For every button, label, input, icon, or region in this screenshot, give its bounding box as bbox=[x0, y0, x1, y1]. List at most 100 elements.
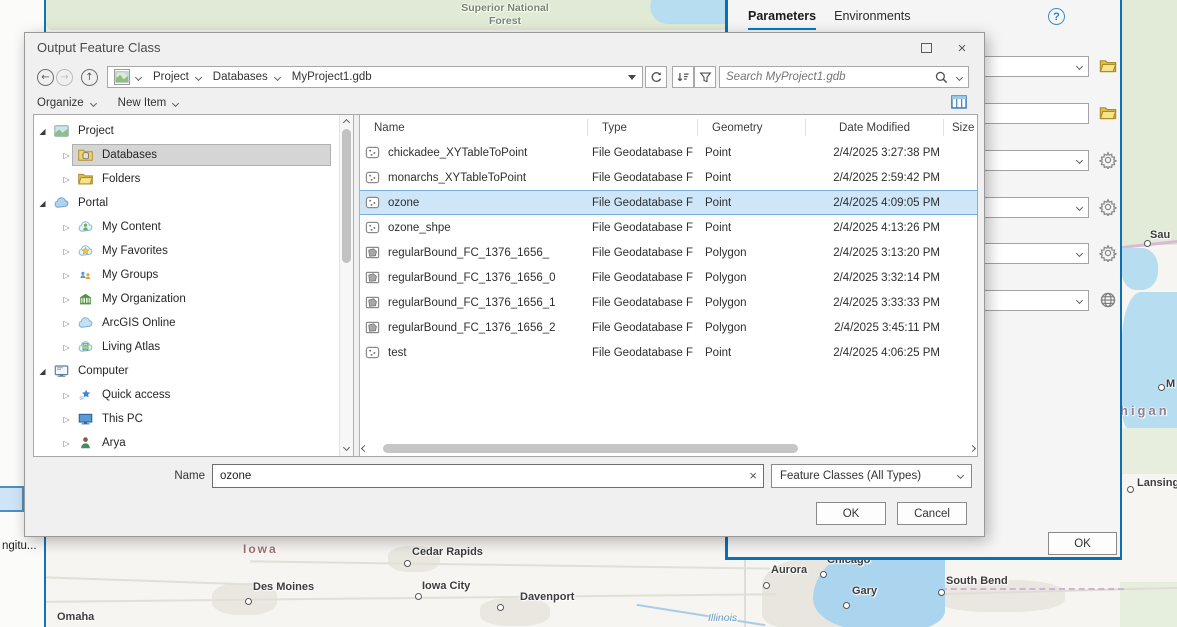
chevron-down-icon[interactable] bbox=[135, 73, 142, 80]
chevron-down-icon[interactable] bbox=[956, 73, 963, 80]
tree-item-living-atlas[interactable]: ▷ Living Atlas bbox=[34, 335, 353, 359]
tree-item-my-groups[interactable]: ▷ My Groups bbox=[34, 263, 353, 287]
dialog-title-bar[interactable]: Output Feature Class × bbox=[25, 33, 984, 63]
column-header-type[interactable]: Type bbox=[588, 119, 698, 137]
expand-icon[interactable]: ▷ bbox=[61, 175, 72, 184]
filter-button[interactable] bbox=[694, 66, 716, 88]
table-row[interactable]: chickadee_XYTableToPoint File Geodatabas… bbox=[360, 140, 977, 165]
expand-icon[interactable]: ▷ bbox=[61, 295, 72, 304]
column-header-size[interactable]: Size bbox=[944, 119, 977, 137]
tree-item-databases[interactable]: ▷ Databases bbox=[34, 143, 353, 167]
table-row[interactable]: test File Geodatabase F Point 2/4/2025 4… bbox=[360, 340, 977, 365]
output-feature-class-dialog: Output Feature Class × ← → ↑ Project Dat… bbox=[24, 32, 985, 537]
tree-list-splitter[interactable] bbox=[353, 115, 360, 456]
scroll-right-icon[interactable] bbox=[969, 445, 976, 452]
globe-icon[interactable] bbox=[1099, 291, 1117, 309]
table-row[interactable]: regularBound_FC_1376_1656_0 File Geodata… bbox=[360, 265, 977, 290]
scroll-down-icon[interactable] bbox=[343, 444, 350, 451]
scrollbar-thumb[interactable] bbox=[383, 444, 798, 453]
table-row[interactable]: monarchs_XYTableToPoint File Geodatabase… bbox=[360, 165, 977, 190]
row-name: regularBound_FC_1376_1656_2 bbox=[388, 322, 556, 334]
tree-item-my-content[interactable]: ▷ My Content bbox=[34, 215, 353, 239]
organize-menu[interactable]: Organize bbox=[37, 97, 96, 109]
tree-scrollbar-thumb[interactable] bbox=[342, 129, 351, 263]
folder-icon[interactable] bbox=[1099, 57, 1117, 75]
breadcrumb[interactable]: Project Databases MyProject1.gdb bbox=[107, 66, 643, 88]
highlighted-field-fragment[interactable] bbox=[0, 486, 24, 512]
up-button[interactable]: ↑ bbox=[81, 69, 98, 86]
details-view-icon[interactable] bbox=[949, 93, 969, 111]
column-header-geometry[interactable]: Geometry bbox=[698, 119, 806, 137]
expand-icon[interactable]: ▷ bbox=[61, 391, 72, 400]
gdb-thumbnail-icon bbox=[114, 69, 130, 85]
tree-item-computer[interactable]: ◢ Computer bbox=[34, 359, 353, 383]
my-favorites-icon bbox=[77, 243, 94, 259]
tree-scrollbar[interactable] bbox=[339, 115, 353, 456]
search-input[interactable] bbox=[726, 71, 934, 83]
back-button[interactable]: ← bbox=[37, 69, 54, 86]
list-horizontal-scrollbar[interactable] bbox=[362, 442, 975, 455]
my-content-icon bbox=[77, 219, 94, 235]
folder-icon[interactable] bbox=[1099, 104, 1117, 122]
table-row[interactable]: regularBound_FC_1376_1656_ File Geodatab… bbox=[360, 240, 977, 265]
tree-item-my-favorites[interactable]: ▷ My Favorites bbox=[34, 239, 353, 263]
expand-icon[interactable]: ▷ bbox=[61, 271, 72, 280]
table-row[interactable]: regularBound_FC_1376_1656_2 File Geodata… bbox=[360, 315, 977, 340]
tab-environments[interactable]: Environments bbox=[834, 9, 910, 30]
ok-button[interactable]: OK bbox=[816, 502, 886, 525]
maximize-button[interactable] bbox=[908, 35, 944, 61]
tree-item-arcgis-online[interactable]: ▷ ArcGIS Online bbox=[34, 311, 353, 335]
expand-icon[interactable]: ▷ bbox=[61, 247, 72, 256]
gear-icon[interactable] bbox=[1099, 198, 1117, 216]
scroll-up-icon[interactable] bbox=[343, 119, 350, 126]
tree-item-user[interactable]: ▷ Arya bbox=[34, 431, 353, 455]
breadcrumb-item-databases[interactable]: Databases bbox=[210, 71, 289, 83]
column-header-date-modified[interactable]: Date Modified bbox=[806, 119, 944, 137]
expand-icon[interactable]: ▷ bbox=[61, 415, 72, 424]
address-dropdown-icon[interactable] bbox=[628, 75, 636, 80]
breadcrumb-item-project[interactable]: Project bbox=[150, 71, 210, 83]
help-icon[interactable]: ? bbox=[1048, 8, 1065, 25]
tree-item-this-pc[interactable]: ▷ This PC bbox=[34, 407, 353, 431]
tree-item-project[interactable]: ◢ Project bbox=[34, 119, 353, 143]
expand-icon[interactable]: ▷ bbox=[61, 151, 72, 160]
type-filter-dropdown[interactable]: Feature Classes (All Types) bbox=[771, 464, 972, 488]
expand-icon[interactable]: ▷ bbox=[61, 319, 72, 328]
row-type: File Geodatabase F bbox=[588, 272, 698, 284]
cancel-button[interactable]: Cancel bbox=[897, 502, 967, 525]
gear-icon[interactable] bbox=[1099, 151, 1117, 169]
breadcrumb-item-gdb[interactable]: MyProject1.gdb bbox=[289, 71, 381, 83]
city-marker bbox=[843, 602, 850, 609]
table-row[interactable]: ozone_shpe File Geodatabase F Point 2/4/… bbox=[360, 215, 977, 240]
geoprocessing-tabs: Parameters Environments bbox=[748, 9, 911, 30]
tree-item-folders[interactable]: ▷ Folders bbox=[34, 167, 353, 191]
clear-icon[interactable]: × bbox=[749, 468, 757, 483]
table-row-selected[interactable]: ozone File Geodatabase F Point 2/4/2025 … bbox=[360, 190, 977, 215]
run-ok-button[interactable]: OK bbox=[1048, 532, 1117, 555]
expand-icon[interactable]: ▷ bbox=[61, 439, 72, 448]
column-header-name[interactable]: Name bbox=[360, 119, 588, 137]
tab-parameters[interactable]: Parameters bbox=[748, 9, 816, 30]
collapse-icon[interactable]: ◢ bbox=[37, 367, 48, 376]
collapse-icon[interactable]: ◢ bbox=[37, 199, 48, 208]
map-road bbox=[46, 576, 256, 585]
name-field-label: Name bbox=[33, 470, 205, 482]
collapse-icon[interactable]: ◢ bbox=[37, 127, 48, 136]
refresh-button[interactable] bbox=[645, 66, 667, 88]
tree-label: My Content bbox=[102, 221, 161, 233]
close-button[interactable]: × bbox=[944, 35, 980, 61]
map-label-city: South Bend bbox=[946, 575, 1008, 587]
gear-icon[interactable] bbox=[1099, 244, 1117, 262]
name-input[interactable] bbox=[212, 464, 764, 488]
expand-icon[interactable]: ▷ bbox=[61, 343, 72, 352]
map-label-city: Omaha bbox=[57, 611, 94, 623]
search-icon[interactable] bbox=[934, 70, 949, 85]
expand-icon[interactable]: ▷ bbox=[61, 223, 72, 232]
tree-item-quick-access[interactable]: ▷ Quick access bbox=[34, 383, 353, 407]
tree-item-portal[interactable]: ◢ Portal bbox=[34, 191, 353, 215]
new-item-menu[interactable]: New Item bbox=[118, 97, 179, 109]
sort-button[interactable] bbox=[672, 66, 694, 88]
forward-button[interactable]: → bbox=[56, 69, 73, 86]
tree-item-my-organization[interactable]: ▷ My Organization bbox=[34, 287, 353, 311]
table-row[interactable]: regularBound_FC_1376_1656_1 File Geodata… bbox=[360, 290, 977, 315]
